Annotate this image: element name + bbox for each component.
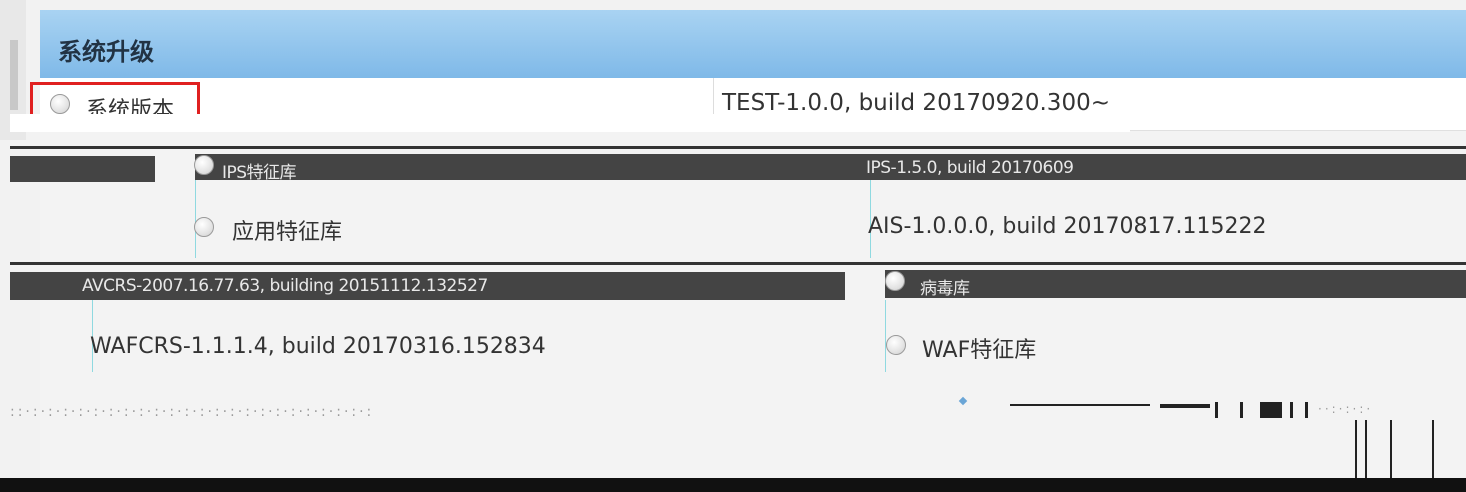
app-signature-radio[interactable] <box>194 217 214 237</box>
waf-label: WAF特征库 <box>922 338 1037 363</box>
artifact-mark <box>1432 420 1434 478</box>
section-header: 系统升级 <box>40 10 1466 79</box>
render-artifact <box>10 114 1130 132</box>
noise-artifact: ··:·:·:· <box>1318 402 1374 416</box>
av-radio[interactable] <box>885 271 905 291</box>
guide-line <box>885 300 886 372</box>
av-label: 病毒库 <box>920 279 970 299</box>
artifact-mark <box>1160 404 1210 408</box>
system-version-value: TEST-1.0.0, build 20170920.300~ <box>722 90 1110 116</box>
artifact-mark <box>1355 420 1357 478</box>
ips-row-band <box>195 154 1466 180</box>
bottom-bar <box>0 478 1466 492</box>
wafcrs-value: WAFCRS-1.1.1.4, build 20170316.152834 <box>90 334 546 359</box>
ips-label: IPS特征库 <box>222 163 297 183</box>
ips-value: IPS-1.5.0, build 20170609 <box>866 158 1074 178</box>
artifact-band <box>10 156 155 182</box>
ips-radio[interactable] <box>194 155 214 175</box>
app-signature-label: 应用特征库 <box>232 220 343 245</box>
guide-line <box>195 180 196 258</box>
av-value: AVCRS-2007.16.77.63, building 20151112.1… <box>82 276 488 296</box>
artifact-mark <box>1305 402 1308 418</box>
artifact-mark <box>1390 420 1392 478</box>
section-title: 系统升级 <box>58 38 154 66</box>
scroll-indicator <box>10 40 18 110</box>
waf-radio[interactable] <box>886 335 906 355</box>
app-signature-value: AIS-1.0.0.0, build 20170817.115222 <box>868 214 1267 239</box>
artifact-line <box>10 146 1466 149</box>
artifact-mark <box>1240 402 1243 418</box>
noise-artifact: ::·:·:·:·:·:·:·:·:·:·:·:·:·:·:·:·:·:·:·:… <box>10 404 375 420</box>
artifact-mark <box>1215 402 1218 418</box>
av-row-band <box>885 270 1466 298</box>
artifact-mark <box>1365 420 1367 478</box>
artifact-mark <box>1010 404 1150 406</box>
artifact-mark <box>1260 402 1282 418</box>
artifact-line <box>10 262 1466 265</box>
artifact-mark <box>1290 402 1293 418</box>
